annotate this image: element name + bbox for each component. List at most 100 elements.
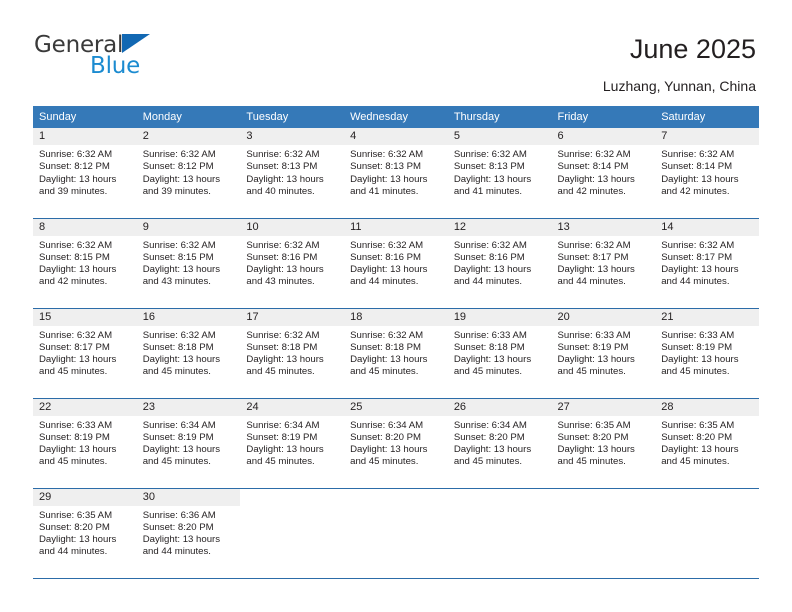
day-cell-content[interactable]: 6 Sunrise: 6:32 AM Sunset: 8:14 PM Daylight… xyxy=(551,128,656,218)
day-info-daylight1: Daylight: 13 hours xyxy=(453,354,532,366)
weekday-header-thursday: Thursday xyxy=(447,106,552,128)
day-number: 1 xyxy=(33,128,137,145)
day-info-sunset: Sunset: 8:19 PM xyxy=(557,341,629,353)
day-cell-content[interactable]: 7 Sunrise: 6:32 AM Sunset: 8:14 PM Daylight… xyxy=(655,128,759,218)
day-info-daylight1: Daylight: 13 hours xyxy=(39,534,117,546)
day-info-sunrise: Sunrise: 6:32 AM xyxy=(246,239,320,251)
calendar-body: 1 Sunrise: 6:32 AM Sunset: 8:12 PM Daylight… xyxy=(33,128,759,579)
calendar-day-cell: 19 Sunrise: 6:33 AM Sunset: 8:18 PM Dayligh… xyxy=(447,308,552,399)
day-cell-content[interactable]: 14 Sunrise: 6:32 AM Sunset: 8:17 PM Dayligh… xyxy=(655,218,759,308)
day-info-daylight1: Daylight: 13 hours xyxy=(142,173,221,185)
day-info-daylight2: and 39 minutes. xyxy=(39,185,108,197)
day-info-sunrise: Sunrise: 6:34 AM xyxy=(142,419,216,431)
day-info-daylight2: and 45 minutes. xyxy=(350,366,419,378)
day-cell-content[interactable]: 28 Sunrise: 6:35 AM Sunset: 8:20 PM Dayligh… xyxy=(655,398,759,488)
day-cell-content[interactable]: 24 Sunrise: 6:34 AM Sunset: 8:19 PM Dayligh… xyxy=(240,398,345,488)
day-cell-content[interactable]: 21 Sunrise: 6:33 AM Sunset: 8:19 PM Dayligh… xyxy=(655,308,759,398)
day-cell-content[interactable]: 15 Sunrise: 6:32 AM Sunset: 8:17 PM Dayligh… xyxy=(33,308,137,398)
day-sun-info: Sunrise: 6:34 AM Sunset: 8:20 PM Daylight:… xyxy=(448,416,552,469)
day-info-daylight1: Daylight: 13 hours xyxy=(557,173,635,185)
day-cell-content[interactable]: 9 Sunrise: 6:32 AM Sunset: 8:15 PM Daylight… xyxy=(136,218,241,308)
day-cell-content[interactable]: 18 Sunrise: 6:32 AM Sunset: 8:18 PM Dayligh… xyxy=(344,308,448,398)
day-sun-info: Sunrise: 6:32 AM Sunset: 8:13 PM Daylight:… xyxy=(344,145,448,198)
day-cell-content[interactable]: 26 Sunrise: 6:34 AM Sunset: 8:20 PM Dayligh… xyxy=(447,398,552,488)
day-cell-content[interactable]: 5 Sunrise: 6:32 AM Sunset: 8:13 PM Daylight… xyxy=(447,128,552,218)
day-info-sunset: Sunset: 8:20 PM xyxy=(661,431,733,443)
day-sun-info: Sunrise: 6:33 AM Sunset: 8:19 PM Daylight:… xyxy=(33,416,137,469)
day-info-sunset: Sunset: 8:20 PM xyxy=(39,521,110,533)
calendar-week-row: 15 Sunrise: 6:32 AM Sunset: 8:17 PM Dayligh… xyxy=(33,308,759,399)
day-info-sunset: Sunset: 8:12 PM xyxy=(142,161,214,173)
brand-name-blue: Blue xyxy=(90,53,141,79)
day-cell-content[interactable]: 29 Sunrise: 6:35 AM Sunset: 8:20 PM Dayligh… xyxy=(33,488,137,578)
day-cell-content[interactable]: 19 Sunrise: 6:33 AM Sunset: 8:18 PM Dayligh… xyxy=(447,308,552,398)
day-cell-content[interactable]: 2 Sunrise: 6:32 AM Sunset: 8:12 PM Daylight… xyxy=(136,128,241,218)
day-info-daylight2: and 45 minutes. xyxy=(661,366,730,378)
day-info-sunrise: Sunrise: 6:32 AM xyxy=(39,239,113,251)
day-cell-content[interactable]: 30 Sunrise: 6:36 AM Sunset: 8:20 PM Dayligh… xyxy=(136,488,241,578)
day-info-sunset: Sunset: 8:13 PM xyxy=(453,161,525,173)
day-cell-content[interactable]: 27 Sunrise: 6:35 AM Sunset: 8:20 PM Dayligh… xyxy=(551,398,656,488)
day-sun-info: Sunrise: 6:32 AM Sunset: 8:18 PM Daylight:… xyxy=(137,326,241,379)
day-cell-content[interactable]: 1 Sunrise: 6:32 AM Sunset: 8:12 PM Daylight… xyxy=(33,128,137,218)
day-sun-info: Sunrise: 6:32 AM Sunset: 8:17 PM Daylight:… xyxy=(552,236,656,289)
day-cell-content[interactable]: 22 Sunrise: 6:33 AM Sunset: 8:19 PM Dayligh… xyxy=(33,398,137,488)
calendar-day-cell: 16 Sunrise: 6:32 AM Sunset: 8:18 PM Dayligh… xyxy=(136,308,241,399)
day-info-daylight2: and 39 minutes. xyxy=(142,185,211,197)
calendar-day-cell xyxy=(447,488,552,579)
day-info-daylight1: Daylight: 13 hours xyxy=(39,264,117,276)
day-cell-content[interactable]: 25 Sunrise: 6:34 AM Sunset: 8:20 PM Dayligh… xyxy=(344,398,448,488)
day-info-daylight2: and 41 minutes. xyxy=(350,185,419,197)
day-cell-empty xyxy=(448,489,552,578)
calendar-day-cell: 13 Sunrise: 6:32 AM Sunset: 8:17 PM Dayligh… xyxy=(551,218,656,309)
day-info-sunset: Sunset: 8:19 PM xyxy=(39,431,110,443)
calendar-day-cell: 29 Sunrise: 6:35 AM Sunset: 8:20 PM Dayligh… xyxy=(33,488,137,579)
day-cell-content[interactable]: 17 Sunrise: 6:32 AM Sunset: 8:18 PM Dayligh… xyxy=(240,308,345,398)
day-sun-info: Sunrise: 6:33 AM Sunset: 8:19 PM Daylight:… xyxy=(552,326,656,379)
location-subtitle: Luzhang, Yunnan, China xyxy=(602,78,756,94)
brand-logo[interactable]: General Blue xyxy=(34,34,214,84)
day-info-daylight2: and 45 minutes. xyxy=(661,456,730,468)
calendar-day-cell: 23 Sunrise: 6:34 AM Sunset: 8:19 PM Dayligh… xyxy=(136,398,241,489)
day-cell-content[interactable]: 10 Sunrise: 6:32 AM Sunset: 8:16 PM Dayligh… xyxy=(240,218,345,308)
day-number: 29 xyxy=(33,488,137,506)
day-cell-content[interactable]: 20 Sunrise: 6:33 AM Sunset: 8:19 PM Dayligh… xyxy=(551,308,656,398)
day-number: 24 xyxy=(240,398,345,416)
day-info-sunrise: Sunrise: 6:33 AM xyxy=(661,329,735,341)
calendar-week-row: 1 Sunrise: 6:32 AM Sunset: 8:12 PM Daylight… xyxy=(33,128,759,219)
day-cell-content[interactable]: 4 Sunrise: 6:32 AM Sunset: 8:13 PM Daylight… xyxy=(344,128,448,218)
day-number: 22 xyxy=(33,398,137,416)
day-sun-info: Sunrise: 6:32 AM Sunset: 8:14 PM Daylight:… xyxy=(552,145,656,198)
day-info-daylight2: and 44 minutes. xyxy=(557,276,626,288)
day-sun-info: Sunrise: 6:36 AM Sunset: 8:20 PM Daylight:… xyxy=(137,506,241,559)
day-cell-content[interactable]: 8 Sunrise: 6:32 AM Sunset: 8:15 PM Daylight… xyxy=(33,218,137,308)
calendar-day-cell: 22 Sunrise: 6:33 AM Sunset: 8:19 PM Dayligh… xyxy=(33,398,137,489)
day-number: 16 xyxy=(136,308,241,326)
day-info-daylight2: and 45 minutes. xyxy=(39,366,108,378)
day-info-sunrise: Sunrise: 6:32 AM xyxy=(142,329,216,341)
day-number: 7 xyxy=(655,128,759,145)
day-sun-info: Sunrise: 6:32 AM Sunset: 8:17 PM Daylight:… xyxy=(655,236,759,289)
day-info-sunrise: Sunrise: 6:34 AM xyxy=(453,419,527,431)
day-info-sunrise: Sunrise: 6:34 AM xyxy=(350,419,424,431)
day-info-daylight1: Daylight: 13 hours xyxy=(453,173,532,185)
day-cell-content[interactable]: 23 Sunrise: 6:34 AM Sunset: 8:19 PM Dayligh… xyxy=(136,398,241,488)
day-cell-empty xyxy=(240,489,344,578)
day-info-sunrise: Sunrise: 6:32 AM xyxy=(142,239,216,251)
calendar-day-cell: 20 Sunrise: 6:33 AM Sunset: 8:19 PM Dayligh… xyxy=(551,308,656,399)
day-info-daylight2: and 45 minutes. xyxy=(453,456,523,468)
day-info-daylight2: and 41 minutes. xyxy=(453,185,523,197)
day-info-sunset: Sunset: 8:18 PM xyxy=(350,341,422,353)
day-cell-content[interactable]: 13 Sunrise: 6:32 AM Sunset: 8:17 PM Dayligh… xyxy=(551,218,656,308)
day-info-sunrise: Sunrise: 6:33 AM xyxy=(557,329,631,341)
day-cell-content[interactable]: 11 Sunrise: 6:32 AM Sunset: 8:16 PM Dayligh… xyxy=(344,218,448,308)
day-cell-content[interactable]: 3 Sunrise: 6:32 AM Sunset: 8:13 PM Daylight… xyxy=(240,128,345,218)
day-sun-info: Sunrise: 6:32 AM Sunset: 8:16 PM Daylight:… xyxy=(240,236,344,289)
day-info-daylight1: Daylight: 13 hours xyxy=(142,264,221,276)
day-info-daylight2: and 45 minutes. xyxy=(39,456,108,468)
day-cell-content[interactable]: 12 Sunrise: 6:32 AM Sunset: 8:16 PM Dayligh… xyxy=(447,218,552,308)
weekday-header-wednesday: Wednesday xyxy=(344,106,448,128)
day-cell-content[interactable]: 16 Sunrise: 6:32 AM Sunset: 8:18 PM Dayligh… xyxy=(136,308,241,398)
calendar-day-cell: 12 Sunrise: 6:32 AM Sunset: 8:16 PM Dayligh… xyxy=(447,218,552,309)
day-sun-info: Sunrise: 6:34 AM Sunset: 8:19 PM Daylight:… xyxy=(240,416,344,469)
